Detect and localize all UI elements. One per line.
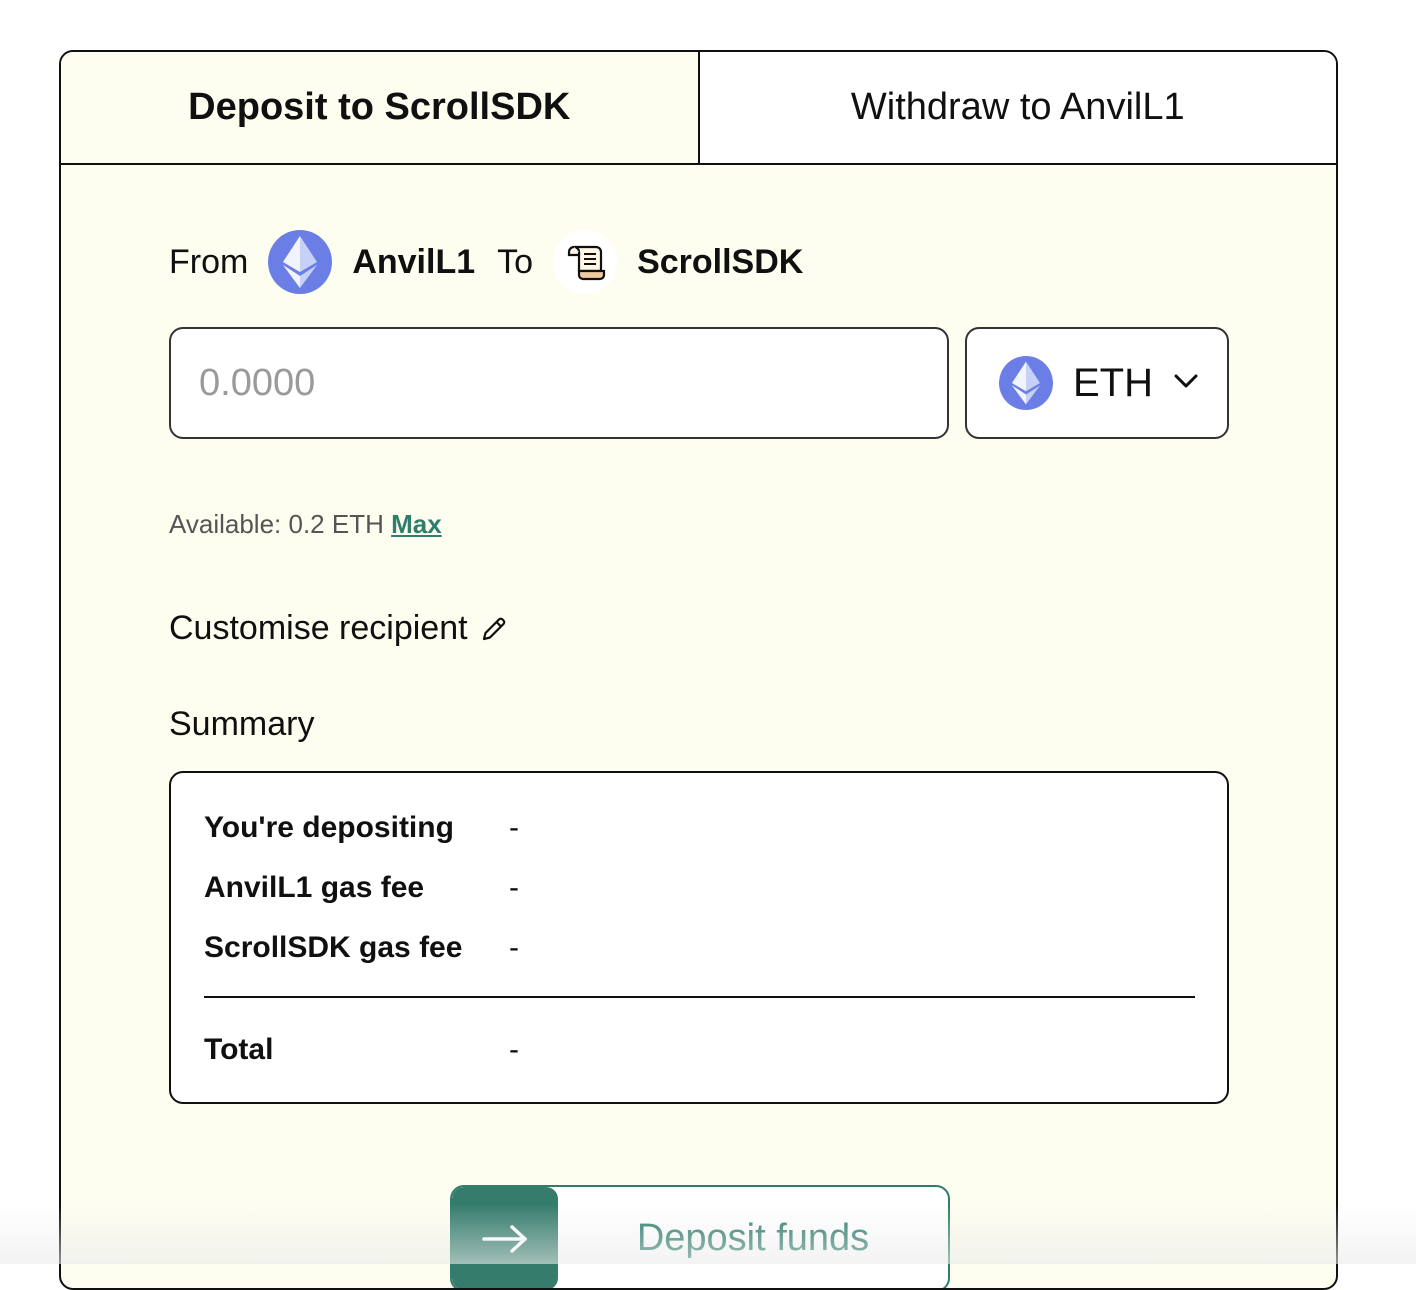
ethereum-icon: [999, 356, 1053, 410]
summary-row: You're depositing -: [204, 811, 519, 845]
to-network: ScrollSDK: [637, 243, 803, 282]
scroll-icon: [553, 230, 617, 294]
summary-total-label: Total: [204, 1033, 509, 1067]
ethereum-icon: [268, 230, 332, 294]
pencil-icon: [480, 615, 508, 643]
summary-row-value: -: [509, 811, 519, 845]
amount-input[interactable]: [169, 327, 949, 439]
summary-box: You're depositing - AnvilL1 gas fee - Sc…: [169, 771, 1229, 1104]
bridge-card: Deposit to ScrollSDK Withdraw to AnvilL1…: [59, 50, 1338, 1290]
tab-deposit[interactable]: Deposit to ScrollSDK: [61, 52, 700, 163]
route-row: From AnvilL1 To: [169, 229, 803, 295]
summary-row: ScrollSDK gas fee -: [204, 931, 519, 965]
summary-row-label: AnvilL1 gas fee: [204, 871, 509, 905]
available-balance: Available: 0.2 ETH Max: [169, 509, 442, 540]
customise-recipient-button[interactable]: Customise recipient: [169, 609, 508, 648]
deposit-funds-button[interactable]: Deposit funds: [450, 1185, 950, 1290]
summary-row: AnvilL1 gas fee -: [204, 871, 519, 905]
summary-total-value: -: [509, 1033, 519, 1067]
summary-row-value: -: [509, 931, 519, 965]
from-label: From: [169, 243, 248, 282]
to-label: To: [497, 243, 533, 282]
summary-row-label: You're depositing: [204, 811, 509, 845]
from-network: AnvilL1: [352, 243, 475, 282]
chevron-down-icon: [1173, 373, 1199, 394]
summary-divider: [204, 996, 1195, 998]
summary-title: Summary: [169, 705, 314, 744]
token-select[interactable]: ETH: [965, 327, 1229, 439]
available-text: Available: 0.2 ETH: [169, 509, 384, 539]
summary-row-label: ScrollSDK gas fee: [204, 931, 509, 965]
deposit-funds-label: Deposit funds: [558, 1187, 948, 1290]
token-symbol: ETH: [1073, 361, 1153, 406]
customise-label: Customise recipient: [169, 609, 468, 648]
summary-row-value: -: [509, 871, 519, 905]
tab-withdraw[interactable]: Withdraw to AnvilL1: [700, 52, 1337, 163]
max-link[interactable]: Max: [391, 509, 442, 539]
tab-bar: Deposit to ScrollSDK Withdraw to AnvilL1: [61, 52, 1336, 165]
summary-total-row: Total -: [204, 1033, 519, 1067]
arrow-right-icon: [452, 1187, 558, 1290]
